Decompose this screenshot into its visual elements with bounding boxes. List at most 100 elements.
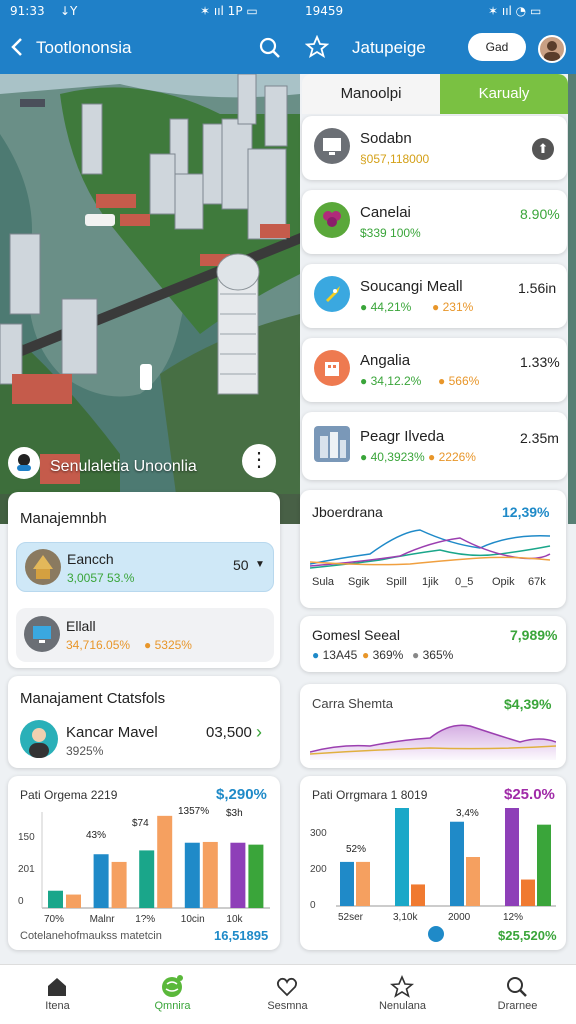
- item-sub-1: 44,21%: [370, 300, 412, 314]
- x-tick-label: 10cin: [181, 914, 205, 925]
- list-item[interactable]: Canelai $339 100% 8.90%: [302, 190, 567, 254]
- avatar[interactable]: [538, 35, 566, 63]
- rocket-icon: [314, 276, 350, 312]
- management-title: Manajemnbh: [20, 510, 107, 527]
- header-title-left: Tootlononsia: [36, 38, 132, 57]
- bar: [230, 842, 246, 908]
- nav-item-drarnee[interactable]: Drarnee: [460, 965, 575, 1024]
- axis-label: Sgik: [348, 576, 370, 588]
- bar: [395, 808, 409, 906]
- item-sub-2: 231%: [442, 300, 474, 314]
- location-badge-icon: [8, 447, 40, 479]
- stat-card[interactable]: Gomesl Seeal 7,989% ● 13A45 ● 369% ● 365…: [300, 616, 566, 672]
- list-item[interactable]: Ellall 34,716.05% ● 5325%: [16, 608, 274, 662]
- nav-item-itena[interactable]: Itena: [0, 965, 115, 1024]
- y-tick-label: 0: [18, 896, 24, 907]
- person-avatar: [20, 720, 58, 758]
- list-item[interactable]: Soucangi Meall ● 44,21% ● 231% 1.56in: [302, 264, 567, 328]
- chevron-down-icon[interactable]: ▼: [255, 559, 265, 570]
- stat-item-1: 13A45: [322, 648, 358, 662]
- building-icon: [314, 350, 350, 386]
- item-sub: 3,0057 53.%: [67, 571, 135, 585]
- item-name: Sodabn: [360, 130, 412, 147]
- item-sub-2: 2226%: [438, 450, 476, 464]
- go-button[interactable]: Gad: [468, 33, 526, 61]
- chevron-right-icon[interactable]: ›: [256, 722, 262, 743]
- stat-item: ● 369%: [362, 648, 404, 662]
- item-sub: ● 231%: [432, 300, 474, 314]
- y-tick-label: 300: [310, 828, 327, 839]
- info-icon[interactable]: ⬆: [532, 138, 554, 160]
- bar: [450, 821, 464, 906]
- bar: [157, 815, 173, 908]
- back-icon[interactable]: [10, 37, 26, 61]
- status-time-left: 91:33: [10, 4, 45, 18]
- data-label: 43%: [86, 830, 106, 841]
- more-options-icon[interactable]: ⋮: [242, 444, 276, 478]
- item-sub-2: 5325%: [154, 638, 192, 652]
- city-photo: Senulaletia Unoonlia ⋮: [0, 74, 300, 524]
- flower-icon: [314, 202, 350, 238]
- area-chart: [310, 724, 556, 760]
- y-tick-label: 200: [310, 864, 327, 875]
- item-sub-1: 40,3923%: [370, 450, 425, 464]
- x-tick-label: Malnr: [90, 914, 116, 925]
- item-name: Eancch: [67, 551, 114, 567]
- bar: [48, 890, 63, 908]
- item-name: Soucangi Meall: [360, 278, 463, 295]
- stat-item-2: 369%: [372, 648, 404, 662]
- stat-card-value: 7,989%: [510, 627, 558, 643]
- chart-footer-value: 16,51895: [214, 928, 269, 943]
- list-item[interactable]: Peagr Ilveda ● 40,3923% ● 2226% 2.35m: [302, 412, 567, 480]
- item-value: 2.35m: [520, 430, 559, 446]
- bottom-nav: Itena Qmnira Sesmna Nenulana Drarnee: [0, 964, 576, 1024]
- management-card: Manajemnbh Eancch 3,0057 53.% 50 ▼ Ellal…: [8, 492, 280, 668]
- person-value: 03,500: [206, 724, 252, 741]
- item-sub: ● 34,12.2%: [360, 374, 422, 388]
- nav-item-qmnira[interactable]: Qmnira: [115, 965, 230, 1024]
- x-tick-label: 3,10k: [393, 912, 418, 923]
- app-header: 91:33 ↓Y ✶ ııl 1P ▭ 19459 ✶ ııl ◔ ▭ Toot…: [0, 0, 576, 74]
- item-sub-2: 566%: [448, 374, 480, 388]
- bar-chart-1: 150 201 0 70% Malnr 1?% 10cin 10k 43% $74 1357% $3h: [18, 806, 270, 925]
- x-tick-label: 52ser: [338, 912, 364, 923]
- list-item[interactable]: Sodabn §057,118000 ⬆: [302, 116, 567, 180]
- star-icon[interactable]: [304, 34, 330, 63]
- nav-item-nenulana[interactable]: Nenulana: [345, 965, 460, 1024]
- nav-label: Nenulana: [378, 1000, 427, 1012]
- data-label: 52%: [346, 844, 366, 855]
- line-chart-card[interactable]: Jboerdrana 12,39% Sula Sgik Spill 1jik 0…: [300, 490, 566, 608]
- item-sub: ● 2226%: [428, 450, 476, 464]
- item-sub: $339 100%: [360, 226, 421, 240]
- stat-item: ● 365%: [412, 648, 454, 662]
- city-thumb-icon: [314, 426, 350, 462]
- item-value: 1.33%: [520, 354, 560, 370]
- bar-chart-card-2[interactable]: Pati Orrgmara 1 8019 $25.0% 300 200 0 52ser…: [300, 776, 566, 950]
- nav-item-sesmna[interactable]: Sesmna: [230, 965, 345, 1024]
- page-indicator-icon[interactable]: [428, 926, 444, 942]
- bar: [537, 824, 551, 906]
- tab-manoolpi[interactable]: Manoolpi: [302, 74, 440, 114]
- nav-label: Qmnira: [154, 1000, 191, 1012]
- axis-label: 67k: [528, 576, 546, 588]
- search-icon[interactable]: [259, 37, 281, 63]
- data-label: $74: [132, 818, 149, 829]
- stat-card-title: Gomesl Seeal: [312, 627, 400, 643]
- nav-label: Sesmna: [267, 1000, 308, 1012]
- data-label: 3,4%: [456, 808, 479, 819]
- item-sub: ● 5325%: [144, 638, 192, 652]
- item-sub-1: 34,12.2%: [370, 374, 422, 388]
- nav-label: Drarnee: [497, 1000, 538, 1012]
- stat-item-3: 365%: [422, 648, 454, 662]
- status-time-right: 19459: [305, 4, 344, 18]
- axis-label: Spill: [386, 576, 407, 588]
- bar: [184, 842, 200, 908]
- status-signal: ↓Y: [60, 4, 78, 18]
- tab-karualy[interactable]: Karualy: [440, 74, 568, 114]
- list-item[interactable]: Angalia ● 34,12.2% ● 566% 1.33%: [302, 338, 567, 402]
- bar-chart-card-1[interactable]: Pati Orgema 2219 $,290% 150 201 0 70% Malnr 1…: [8, 776, 280, 950]
- axis-label: 1jik: [422, 576, 439, 588]
- list-item[interactable]: Eancch 3,0057 53.% 50 ▼: [16, 542, 274, 592]
- bar: [248, 844, 264, 908]
- area-chart-card[interactable]: Carra Shemta $4,39%: [300, 684, 566, 768]
